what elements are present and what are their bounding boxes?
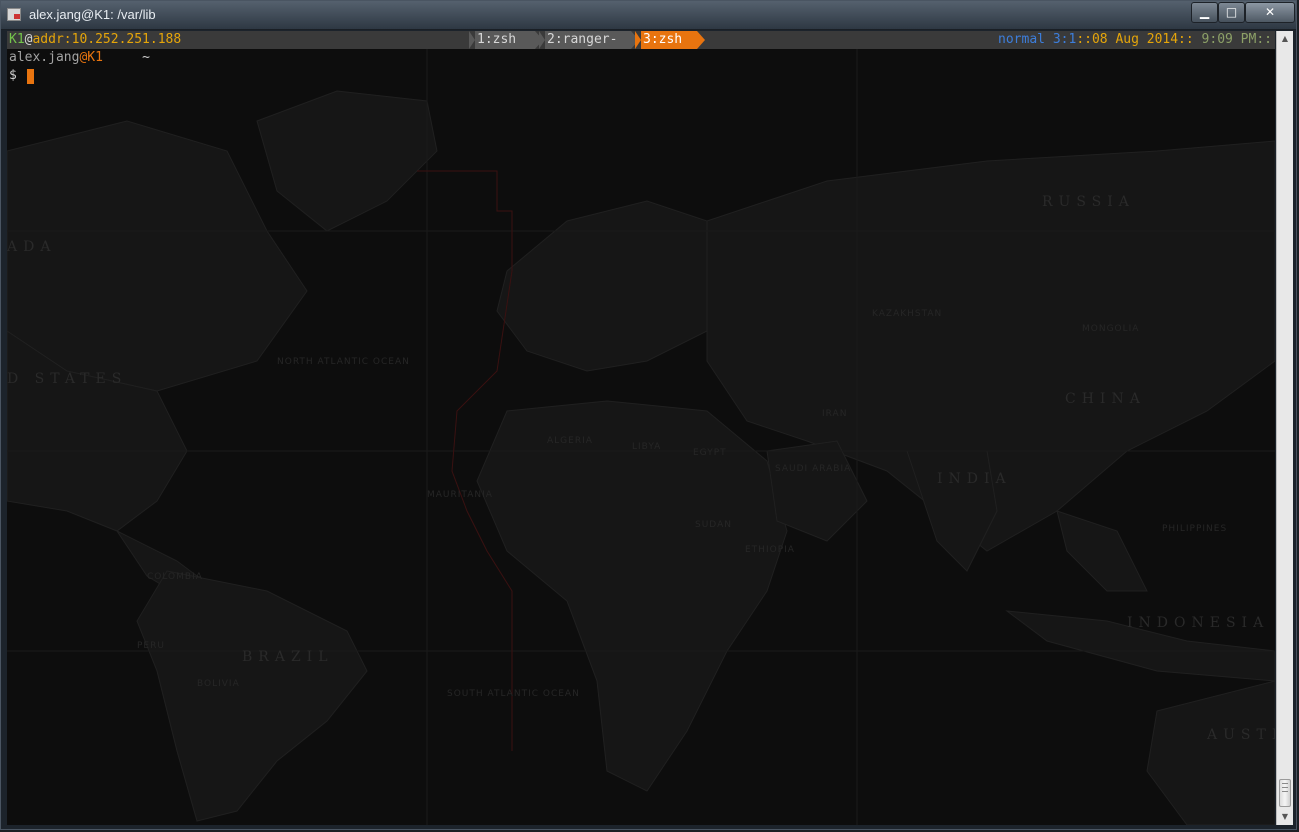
map-label-peru: PERU [137, 641, 165, 651]
maximize-button[interactable]: □ [1218, 2, 1245, 23]
map-label-saudi-arabia: SAUDI ARABIA [775, 464, 851, 474]
scrollbar-thumb[interactable] [1279, 779, 1291, 807]
map-label-australia: AUSTRA [1206, 727, 1275, 743]
text-cursor [27, 69, 34, 84]
tab-1-zsh[interactable]: 1:zsh [469, 31, 543, 49]
scroll-down-arrow-icon[interactable]: ▼ [1277, 809, 1293, 825]
status-host: K1@addr:10.252.251.188 [9, 32, 182, 47]
map-label-libya: LIBYA [632, 442, 661, 452]
terminal-window: alex.jang@K1: /var/lib ▁ □ ✕ RUSSIA ADA … [0, 0, 1297, 830]
map-label-iran: IRAN [822, 409, 847, 419]
map-label-sudan: SUDAN [695, 520, 732, 530]
terminal-area[interactable]: RUSSIA ADA D STATES CHINA INDIA BRAZIL I… [7, 31, 1275, 825]
map-label-brazil: BRAZIL [242, 649, 334, 665]
window-title: alex.jang@K1: /var/lib [29, 7, 156, 22]
tab-2-ranger[interactable]: 2:ranger- [539, 31, 639, 49]
map-label-mongolia: MONGOLIA [1082, 324, 1139, 334]
map-label-ethiopia: ETHIOPIA [745, 545, 795, 555]
map-label-india: INDIA [937, 471, 1012, 487]
map-label-canada: ADA [7, 239, 56, 255]
map-label-south-atlantic: SOUTH ATLANTIC OCEAN [447, 689, 580, 699]
map-label-china: CHINA [1065, 391, 1146, 407]
title-bar[interactable]: alex.jang@K1: /var/lib ▁ □ ✕ [1, 1, 1296, 30]
terminal-app-icon[interactable] [7, 8, 21, 21]
map-label-united-states: D STATES [7, 371, 127, 387]
map-label-philippines: PHILIPPINES [1162, 524, 1227, 534]
map-label-algeria: ALGERIA [547, 436, 593, 446]
map-label-north-atlantic: NORTH ATLANTIC OCEAN [277, 357, 410, 367]
map-label-egypt: EGYPT [693, 448, 727, 458]
scroll-up-arrow-icon[interactable]: ▲ [1277, 31, 1293, 47]
tab-3-zsh-active[interactable]: 3:zsh [635, 31, 705, 49]
prompt-info-line: alex.jang@K1 ~ [9, 50, 150, 65]
vertical-scrollbar[interactable]: ▲ ▼ [1276, 31, 1293, 825]
map-label-indonesia: INDONESIA [1127, 615, 1269, 631]
tmux-status-bar: K1@addr:10.252.251.188 1:zsh 2:ranger- 3… [7, 31, 1275, 49]
map-label-colombia: COLOMBIA [147, 572, 203, 582]
minimize-button[interactable]: ▁ [1191, 2, 1218, 23]
status-right: normal 3:1::08 Aug 2014:: 9:09 PM:: [998, 32, 1272, 47]
map-label-bolivia: BOLIVIA [197, 679, 240, 689]
world-map-wallpaper: RUSSIA ADA D STATES CHINA INDIA BRAZIL I… [7, 31, 1275, 825]
command-prompt[interactable]: $ [9, 67, 17, 85]
map-label-mauritania: MAURITANIA [427, 490, 493, 500]
map-label-russia: RUSSIA [1042, 194, 1135, 210]
map-label-kazakhstan: KAZAKHSTAN [872, 309, 942, 319]
close-button[interactable]: ✕ [1245, 2, 1295, 23]
